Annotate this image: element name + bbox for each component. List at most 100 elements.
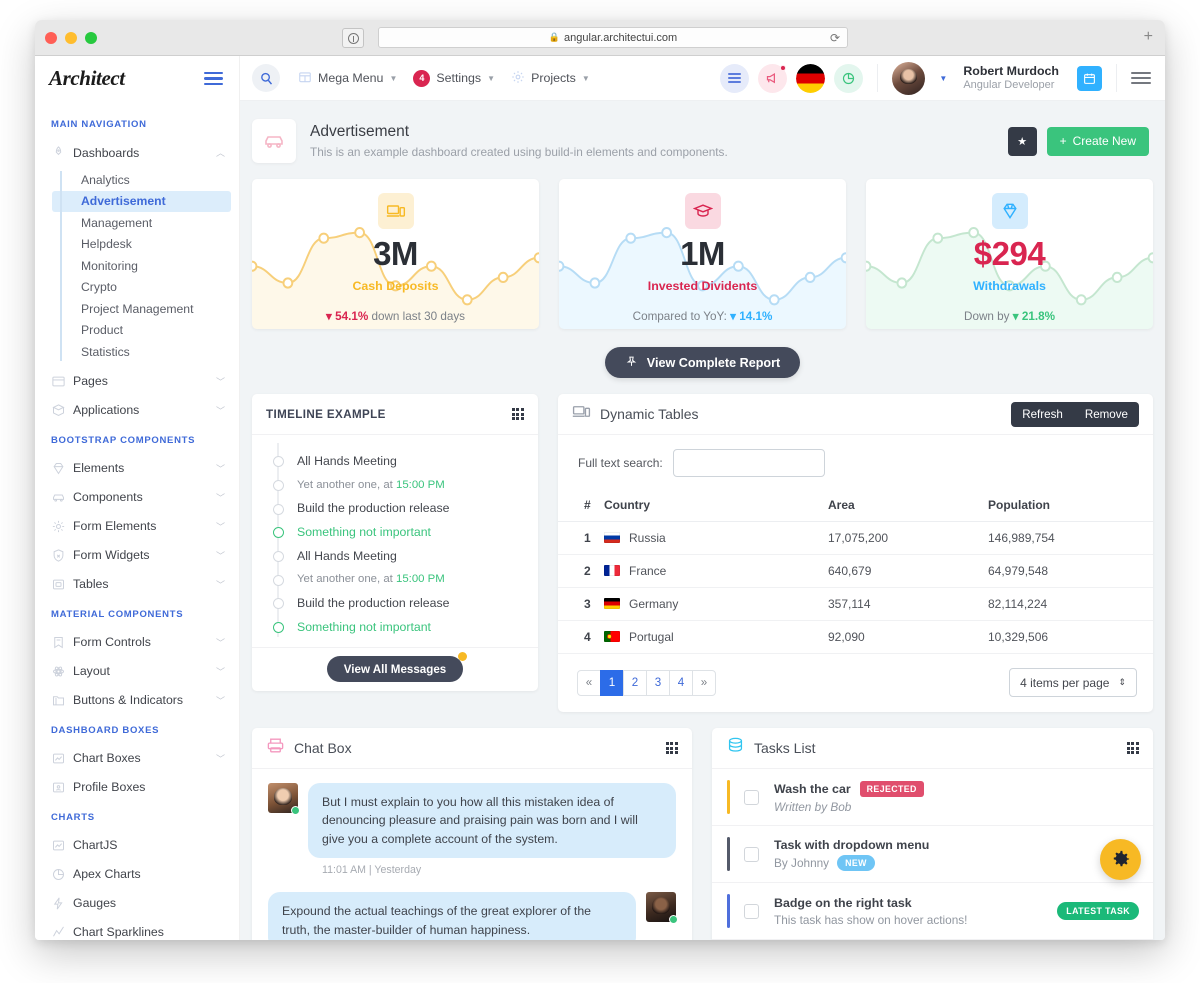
table-footer: «1 2 3 4» 4 items per page ⇕ [558, 654, 1153, 712]
create-new-button[interactable]: + Create New [1046, 126, 1149, 156]
window-traffic-lights[interactable] [45, 31, 97, 44]
pagination-1[interactable]: 1 [600, 669, 624, 696]
german-flag-icon[interactable] [796, 63, 826, 93]
remove-button[interactable]: Remove [1074, 402, 1139, 427]
sidebar-item-apex-charts[interactable]: Apex Charts [35, 860, 239, 889]
maximize-window-button[interactable] [85, 31, 97, 44]
task-item[interactable]: Badge on the right task This task has sho… [712, 883, 1153, 940]
stat-value: $294 [973, 235, 1046, 272]
sidebar-item-tables[interactable]: Tables ﹀ [35, 570, 239, 599]
sidebar-subitem-advertisement[interactable]: Advertisement [52, 190, 231, 212]
bookmark-icon [51, 635, 73, 650]
timeline-item[interactable]: Build the production release [268, 496, 524, 520]
gear-icon[interactable] [1100, 839, 1141, 880]
top-menu-item-settings[interactable]: 4 Settings ▼ [413, 69, 495, 87]
sidebar-item-chart-boxes[interactable]: Chart Boxes ﹀ [35, 744, 239, 773]
close-window-button[interactable] [45, 31, 57, 44]
sidebar-subitem-monitoring[interactable]: Monitoring [35, 255, 239, 277]
task-checkbox[interactable] [744, 903, 759, 919]
avatar[interactable] [892, 61, 926, 95]
favorite-button[interactable]: ★ [1007, 126, 1037, 156]
timeline-item[interactable]: Something not important [268, 520, 524, 544]
pagination-»[interactable]: » [692, 669, 716, 696]
chat-box-card: Chat Box But I must explain to you how a… [252, 728, 692, 940]
browser-window: 🔒 angular.architectui.com ⟳ + Architect … [35, 20, 1165, 940]
view-all-messages-button[interactable]: View All Messages [326, 652, 468, 682]
sidebar-item-layout[interactable]: Layout ﹀ [35, 657, 239, 686]
refresh-button[interactable]: Refresh [1011, 402, 1074, 427]
address-bar[interactable]: 🔒 angular.architectui.com ⟳ [378, 27, 848, 48]
brand-logo[interactable]: Architect [49, 66, 125, 91]
sidebar-item-pages[interactable]: Pages ﹀ [35, 367, 239, 396]
chevron-down-icon: ﹀ [215, 405, 225, 416]
sidebar-subitem-statistics[interactable]: Statistics [35, 341, 239, 363]
top-menu-item-projects[interactable]: Projects ▼ [511, 70, 590, 87]
timeline-item[interactable]: Yet another one, at 15:00 PM [268, 567, 524, 591]
sidebar-subitem-analytics[interactable]: Analytics [35, 169, 239, 191]
task-item[interactable]: Wash the car REJECTED Written by Bob [712, 769, 1153, 826]
pagination-«[interactable]: « [577, 669, 601, 696]
pagination-2[interactable]: 2 [623, 669, 647, 696]
sidebar-item-buttons-indicators[interactable]: Buttons & Indicators ﹀ [35, 686, 239, 715]
pie-chart-icon[interactable] [834, 63, 864, 93]
reload-icon[interactable]: ⟳ [830, 31, 840, 45]
sidebar-toggle-icon[interactable] [204, 71, 223, 86]
sidebar-item-form-widgets[interactable]: Form Widgets ﹀ [35, 541, 239, 570]
timeline-item[interactable]: All Hands Meeting [268, 449, 524, 473]
table-row: 1 Russia 17,075,200 146,989,754 [558, 521, 1153, 555]
task-checkbox[interactable] [744, 846, 759, 862]
grid-icon[interactable] [1126, 741, 1139, 755]
table-search-row: Full text search: [558, 435, 1153, 489]
chevron-down-icon[interactable]: ▼ [939, 74, 947, 83]
top-menu-item-mega[interactable]: Mega Menu ▼ [298, 70, 397, 87]
hamburger-circle-icon[interactable] [720, 63, 750, 93]
view-complete-report-button[interactable]: View Complete Report [604, 347, 801, 378]
sidebar-item-elements[interactable]: Elements ﹀ [35, 454, 239, 483]
sidebar-item-chart-sparklines[interactable]: Chart Sparklines [35, 918, 239, 941]
new-badge: NEW [837, 854, 875, 871]
calendar-icon[interactable] [1077, 65, 1102, 91]
sidebar-item-label: Chart Boxes [73, 751, 141, 765]
hamburger-icon[interactable] [1131, 71, 1151, 85]
pagination-3[interactable]: 3 [646, 669, 670, 696]
sidebar-item-chartjs[interactable]: ChartJS [35, 831, 239, 860]
reader-view-button[interactable] [342, 28, 364, 48]
items-per-page-select[interactable]: 4 items per page ⇕ [1009, 668, 1137, 697]
chat-bubble: But I must explain to you how all this m… [308, 783, 676, 859]
sidebar-subitem-helpdesk[interactable]: Helpdesk [35, 234, 239, 256]
sidebar-item-form-elements[interactable]: Form Elements ﹀ [35, 512, 239, 541]
task-item[interactable]: Task with dropdown menu By Johnny NEW [712, 826, 1153, 883]
sidebar-item-label: Applications [73, 403, 140, 417]
chat-box-title: Chat Box [294, 740, 352, 756]
timeline-item[interactable]: Yet another one, at 15:00 PM [268, 473, 524, 497]
items-per-page-label: 4 items per page [1020, 675, 1110, 690]
pagination-4[interactable]: 4 [669, 669, 693, 696]
minimize-window-button[interactable] [65, 31, 77, 44]
sidebar-subitem-management[interactable]: Management [35, 212, 239, 234]
grid-icon[interactable] [665, 741, 678, 755]
cell-num: 1 [558, 521, 604, 555]
sidebar-subitem-crypto[interactable]: Crypto [35, 277, 239, 299]
sidebar-item-applications[interactable]: Applications ﹀ [35, 396, 239, 425]
task-checkbox[interactable] [744, 789, 759, 805]
sidebar-item-profile-boxes[interactable]: Profile Boxes [35, 773, 239, 802]
sidebar-item-gauges[interactable]: Gauges [35, 889, 239, 918]
sidebar-subitem-product[interactable]: Product [35, 320, 239, 342]
timeline-item[interactable]: All Hands Meeting [268, 544, 524, 568]
top-menu-label: Settings [436, 71, 482, 85]
megaphone-icon[interactable] [758, 63, 788, 93]
pie-icon [51, 867, 73, 882]
search-icon[interactable] [252, 64, 280, 92]
sidebar-item-components[interactable]: Components ﹀ [35, 483, 239, 512]
lock-icon: 🔒 [548, 32, 561, 42]
sidebar-item-form-controls[interactable]: Form Controls ﹀ [35, 628, 239, 657]
grid-icon[interactable] [511, 407, 524, 421]
timeline-item[interactable]: Something not important [268, 615, 524, 639]
full-text-search-input[interactable] [672, 449, 825, 477]
timeline-item[interactable]: Build the production release [268, 591, 524, 615]
sidebar-subitem-project-management[interactable]: Project Management [35, 298, 239, 320]
new-tab-button[interactable]: + [1144, 29, 1153, 45]
sidebar-item-dashboards[interactable]: Dashboards ︿ [35, 138, 239, 167]
timeline-item-time: 15:00 PM [396, 573, 445, 586]
database-icon [726, 736, 745, 760]
